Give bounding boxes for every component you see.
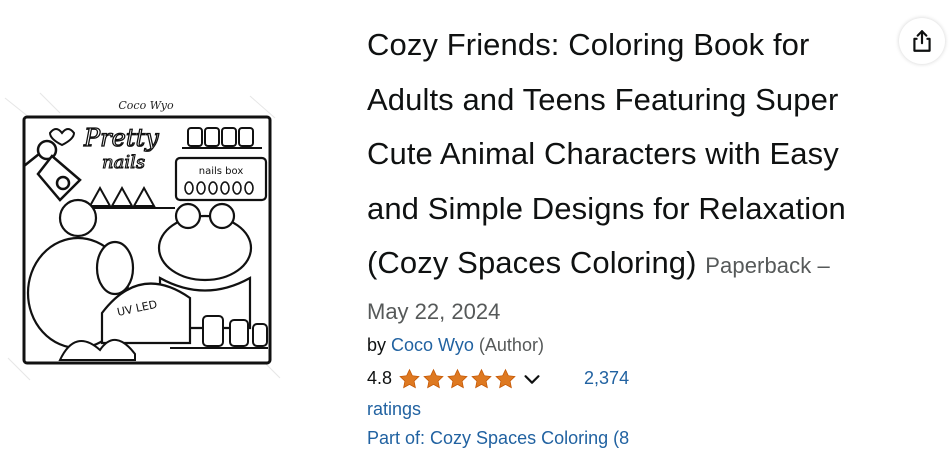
by-label: by xyxy=(367,334,387,355)
series-link[interactable]: Part of: Cozy Spaces Coloring (8 xyxy=(367,428,629,448)
product-title: Cozy Friends: Coloring Book for Adults a… xyxy=(367,18,937,294)
star-icon xyxy=(495,368,516,388)
product-details: Cozy Friends: Coloring Book for Adults a… xyxy=(367,18,937,452)
byline: by Coco Wyo (Author) xyxy=(367,332,937,358)
rating-value: 4.8 xyxy=(367,368,393,388)
product-format: Paperback – xyxy=(705,253,830,278)
cover-title-nails: nails xyxy=(102,152,145,173)
ratings-label[interactable]: ratings xyxy=(367,394,937,424)
chevron-down-icon[interactable] xyxy=(521,368,543,390)
release-date: May 22, 2024 xyxy=(367,298,501,324)
cover-title-pretty: Pretty xyxy=(83,124,159,152)
cover-nails-box-label: nails box xyxy=(199,166,244,177)
author-role: (Author) xyxy=(478,334,544,355)
cover-author-text: Coco Wyo xyxy=(118,99,174,112)
series-line: Part of: Cozy Spaces Coloring (8 xyxy=(367,424,937,452)
star-rating[interactable] xyxy=(398,368,517,390)
star-icon xyxy=(447,368,468,388)
ratings-link[interactable]: ratings xyxy=(367,399,421,419)
author-link[interactable]: Coco Wyo xyxy=(391,335,474,355)
rating-count-link[interactable]: 2,374 xyxy=(584,368,629,389)
share-icon xyxy=(913,30,931,52)
star-icon xyxy=(471,368,492,388)
star-icon xyxy=(399,368,420,388)
product-cover-image[interactable]: Coco Wyo Pretty nails nails box UV LED xyxy=(0,88,292,388)
share-button[interactable] xyxy=(899,18,945,64)
product-title-text: Cozy Friends: Coloring Book for Adults a… xyxy=(367,27,846,280)
star-icon xyxy=(423,368,444,388)
cover-illustration: Coco Wyo Pretty nails nails box UV LED xyxy=(4,92,281,381)
rating-row: 4.8 2,374 xyxy=(367,366,937,392)
